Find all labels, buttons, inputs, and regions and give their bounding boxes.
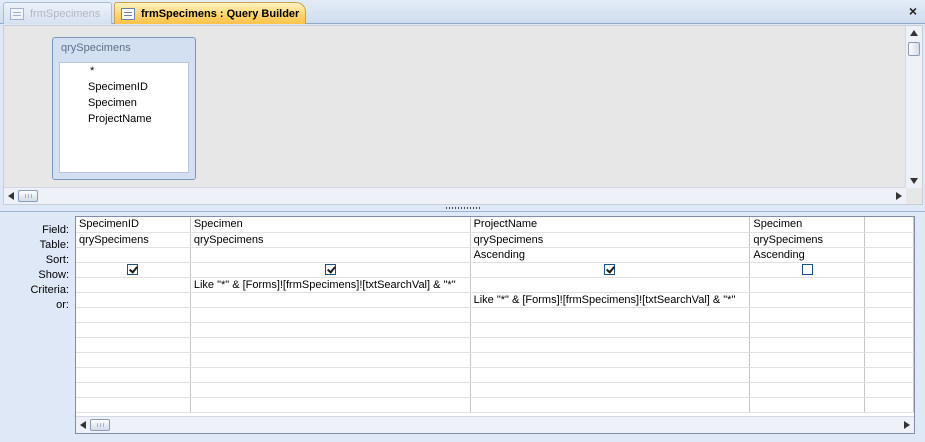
row-label-criteria: Criteria: (30, 284, 69, 296)
scroll-up-icon[interactable] (910, 30, 918, 36)
grid-cell[interactable] (76, 292, 191, 308)
grid-row-empty (76, 307, 914, 323)
field-list-item[interactable]: Specimen (60, 95, 188, 111)
grid-cell[interactable] (749, 277, 865, 293)
scroll-thumb[interactable] (18, 190, 38, 202)
row-label-sort: Sort: (45, 254, 69, 266)
design-grid-pane: Field: Table: Sort: Show: Criteria: or: … (3, 213, 923, 440)
grid-cell[interactable] (864, 292, 914, 308)
scroll-down-icon[interactable] (910, 178, 918, 184)
field-list-qryspecimens[interactable]: qrySpecimens * SpecimenID Specimen Proje… (52, 37, 196, 180)
grid-row-sort: Ascending Ascending (76, 247, 914, 263)
grid-row-criteria: Like "*" & [Forms]![frmSpecimens]![txtSe… (76, 277, 914, 293)
grid-cell[interactable] (864, 217, 914, 233)
scroll-thumb[interactable] (90, 419, 110, 431)
scroll-thumb[interactable] (908, 42, 920, 56)
grid-cell[interactable]: Specimen (190, 217, 471, 233)
tab-label: frmSpecimens : Query Builder (141, 7, 300, 20)
tab-query-builder[interactable]: frmSpecimens : Query Builder (114, 2, 306, 24)
grid-row-field: SpecimenID Specimen ProjectName Specimen (76, 217, 914, 233)
grid-cell[interactable]: qrySpecimens (749, 232, 865, 248)
grid-cell[interactable]: qrySpecimens (190, 232, 471, 248)
grid-cell[interactable]: Like "*" & [Forms]![frmSpecimens]![txtSe… (470, 292, 751, 308)
field-list-item[interactable]: ProjectName (60, 111, 188, 127)
grid-horizontal-scrollbar[interactable] (76, 416, 914, 433)
splitter-grip-icon[interactable] (446, 207, 480, 209)
field-list-item[interactable]: SpecimenID (60, 79, 188, 95)
grid-cell[interactable] (76, 247, 191, 263)
diagram-vertical-scrollbar[interactable] (905, 26, 922, 188)
grid-cell[interactable]: Specimen (749, 217, 865, 233)
grid-cell[interactable]: SpecimenID (76, 217, 191, 233)
grid-cell[interactable] (76, 277, 191, 293)
grid-row-empty (76, 367, 914, 383)
close-icon[interactable]: × (909, 4, 917, 18)
row-label-field: Field: (42, 224, 69, 236)
grid-row-empty (76, 337, 914, 353)
grid-cell[interactable] (190, 292, 471, 308)
grid-row-table: qrySpecimens qrySpecimens qrySpecimens q… (76, 232, 914, 248)
grid-cell (76, 262, 191, 278)
tab-frmspecimens[interactable]: frmSpecimens (3, 2, 112, 24)
grid-cell[interactable] (864, 277, 914, 293)
grid-cell[interactable] (470, 277, 751, 293)
show-checkbox[interactable] (801, 264, 813, 276)
row-label-table: Table: (39, 239, 69, 251)
table-diagram-pane: qrySpecimens * SpecimenID Specimen Proje… (3, 25, 923, 205)
show-checkbox[interactable] (604, 264, 616, 276)
pane-splitter[interactable] (0, 205, 925, 212)
show-checkbox[interactable] (127, 264, 139, 276)
grid-cell (749, 262, 865, 278)
document-tab-bar: frmSpecimens frmSpecimens : Query Builde… (0, 0, 925, 24)
grid-cell (470, 262, 751, 278)
form-icon (10, 7, 24, 20)
grid-cell[interactable]: ProjectName (470, 217, 751, 233)
grid-row-show (76, 262, 914, 278)
scroll-left-icon[interactable] (8, 192, 14, 200)
field-list-title[interactable]: qrySpecimens (53, 38, 195, 58)
grid-row-empty (76, 397, 914, 413)
grid-cell[interactable]: qrySpecimens (76, 232, 191, 248)
grid-row-empty (76, 382, 914, 398)
show-checkbox[interactable] (324, 264, 336, 276)
grid-cell[interactable] (864, 247, 914, 263)
scroll-left-icon[interactable] (80, 421, 86, 429)
grid-cell[interactable]: Like "*" & [Forms]![frmSpecimens]![txtSe… (190, 277, 471, 293)
grid-cell[interactable]: qrySpecimens (470, 232, 751, 248)
query-design-grid: SpecimenID Specimen ProjectName Specimen… (75, 216, 915, 434)
grid-row-empty (76, 322, 914, 338)
grid-row-or: Like "*" & [Forms]![frmSpecimens]![txtSe… (76, 292, 914, 308)
scroll-right-icon[interactable] (904, 421, 910, 429)
diagram-horizontal-scrollbar[interactable] (4, 187, 906, 204)
row-label-show: Show: (38, 269, 69, 281)
grid-cell[interactable] (749, 292, 865, 308)
row-labels: Field: Table: Sort: Show: Criteria: or: (3, 223, 71, 313)
field-list: * SpecimenID Specimen ProjectName (59, 62, 189, 173)
field-list-item[interactable]: * (60, 63, 188, 79)
grid-row-empty (76, 352, 914, 368)
grid-cell[interactable] (864, 262, 914, 278)
tab-label: frmSpecimens (30, 7, 101, 20)
grid-cell[interactable]: Ascending (470, 247, 751, 263)
query-icon (121, 7, 135, 20)
row-label-or: or: (56, 299, 69, 311)
grid-cell[interactable] (864, 232, 914, 248)
scroll-right-icon[interactable] (896, 192, 902, 200)
grid-cell[interactable]: Ascending (749, 247, 865, 263)
grid-cell (190, 262, 471, 278)
grid-cell[interactable] (190, 247, 471, 263)
